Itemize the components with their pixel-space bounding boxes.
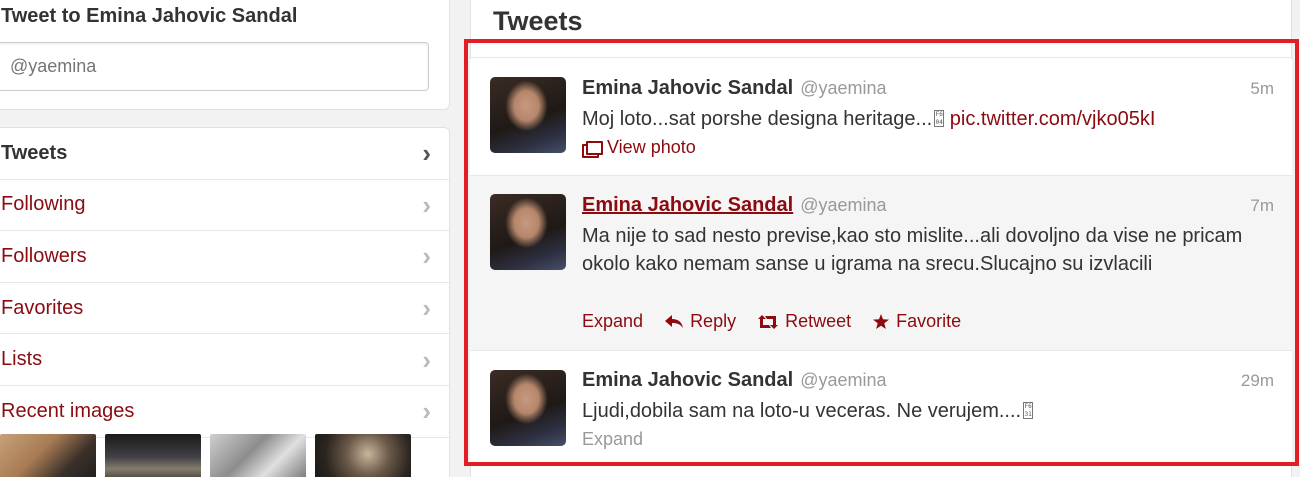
chevron-right-icon: › xyxy=(422,396,431,427)
star-icon xyxy=(873,314,890,329)
chevron-right-icon: › xyxy=(422,241,431,272)
reply-button[interactable]: Reply xyxy=(665,311,736,332)
expand-label: Expand xyxy=(582,311,644,331)
author-handle[interactable]: @yaemina xyxy=(800,370,886,391)
tweet-timestamp[interactable]: 7m xyxy=(1250,196,1274,216)
nav-item-tweets[interactable]: Tweets › xyxy=(0,128,449,180)
author-name[interactable]: Emina Jahovic Sandal xyxy=(582,369,793,392)
tweet-body: Moj loto...sat porshe designa heritage..… xyxy=(582,108,933,130)
author-handle[interactable]: @yaemina xyxy=(800,78,886,99)
tweet-timestamp[interactable]: 5m xyxy=(1250,79,1274,99)
tweet-header: Emina Jahovic Sandal @yaemina xyxy=(582,194,887,217)
timeline-title: Tweets xyxy=(493,6,583,36)
compose-title: Tweet to Emina Jahovic Sandal xyxy=(1,5,298,27)
tweet-link[interactable]: pic.twitter.com/vjko05kI xyxy=(950,108,1156,130)
recent-images-strip xyxy=(0,434,450,477)
favorite-button[interactable]: Favorite xyxy=(873,311,961,332)
favorite-label: Favorite xyxy=(896,311,962,331)
tweet-body: Ljudi,dobila sam na loto-u veceras. Ne v… xyxy=(582,400,1022,422)
missing-glyph-icon: F6 31 xyxy=(1023,402,1034,419)
tweet-header: Emina Jahovic Sandal @yaemina xyxy=(582,369,887,392)
recent-image-thumbnail[interactable] xyxy=(210,434,306,477)
tweet-item[interactable]: Emina Jahovic Sandal @yaemina 29m Ljudi,… xyxy=(470,351,1292,465)
tweet-item[interactable]: Emina Jahovic Sandal @yaemina 7m Ma nije… xyxy=(470,176,1292,351)
reply-label: Reply xyxy=(690,311,737,331)
tweet-item[interactable]: Emina Jahovic Sandal @yaemina 5m Moj lot… xyxy=(470,59,1292,176)
tweet-header: Emina Jahovic Sandal @yaemina xyxy=(582,77,887,100)
compose-input[interactable] xyxy=(0,42,429,91)
photo-icon xyxy=(582,140,603,158)
avatar[interactable] xyxy=(490,194,566,270)
missing-glyph-icon: F6 04 xyxy=(934,110,945,127)
divider xyxy=(471,57,1291,58)
nav-item-label: Followers xyxy=(1,244,87,267)
avatar[interactable] xyxy=(490,370,566,446)
nav-item-favorites[interactable]: Favorites › xyxy=(0,283,449,335)
recent-image-thumbnail[interactable] xyxy=(0,434,96,477)
compose-panel: Tweet to Emina Jahovic Sandal xyxy=(0,0,450,110)
author-handle[interactable]: @yaemina xyxy=(800,195,886,216)
chevron-right-icon: › xyxy=(422,138,431,169)
reply-icon xyxy=(665,314,684,328)
chevron-right-icon: › xyxy=(422,293,431,324)
tweet-actions: Expand Reply Retweet Favorite xyxy=(582,311,961,332)
nav-item-recent-images[interactable]: Recent images › xyxy=(0,386,449,438)
chevron-right-icon: › xyxy=(422,344,431,375)
recent-image-thumbnail[interactable] xyxy=(105,434,201,477)
nav-item-label: Lists xyxy=(1,348,43,371)
author-name[interactable]: Emina Jahovic Sandal xyxy=(582,77,793,100)
tweet-text: Moj loto...sat porshe designa heritage..… xyxy=(582,105,1262,133)
view-photo-link[interactable]: View photo xyxy=(582,137,696,158)
view-photo-label: View photo xyxy=(607,137,696,157)
nav-item-followers[interactable]: Followers › xyxy=(0,231,449,283)
tweet-text: Ljudi,dobila sam na loto-u veceras. Ne v… xyxy=(582,397,1262,425)
nav-item-lists[interactable]: Lists › xyxy=(0,334,449,386)
nav-item-label: Recent images xyxy=(1,399,135,422)
retweet-label: Retweet xyxy=(785,311,852,331)
expand-button[interactable]: Expand xyxy=(582,429,643,450)
nav-item-following[interactable]: Following › xyxy=(0,180,449,232)
retweet-button[interactable]: Retweet xyxy=(758,311,851,332)
nav-item-label: Following xyxy=(1,193,86,216)
retweet-icon xyxy=(758,314,779,329)
chevron-right-icon: › xyxy=(422,189,431,220)
author-name[interactable]: Emina Jahovic Sandal xyxy=(582,194,793,217)
profile-nav: Tweets › Following › Followers › Favorit… xyxy=(0,127,450,477)
nav-item-label: Favorites xyxy=(1,296,84,319)
recent-image-thumbnail[interactable] xyxy=(315,434,411,477)
avatar[interactable] xyxy=(490,77,566,153)
tweet-text: Ma nije to sad nesto previse,kao sto mis… xyxy=(582,225,1243,275)
nav-item-label: Tweets xyxy=(1,141,68,164)
expand-button[interactable]: Expand xyxy=(582,311,643,332)
tweet-timestamp[interactable]: 29m xyxy=(1241,371,1274,391)
